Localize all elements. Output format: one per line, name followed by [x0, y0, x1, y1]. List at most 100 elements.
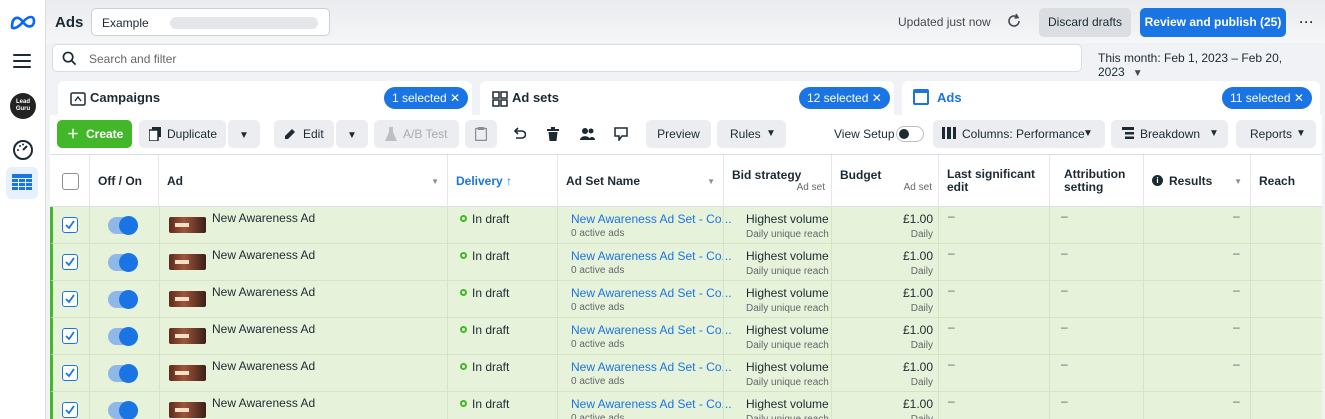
bid-cell: [724, 355, 832, 392]
avatar[interactable]: Lead Guru: [10, 93, 36, 119]
row-checkbox[interactable]: [62, 217, 78, 233]
discard-drafts-button[interactable]: Discard drafts: [1039, 8, 1131, 37]
reports-label: Reports: [1250, 127, 1293, 141]
row-select-cell: [53, 207, 90, 244]
row-checkbox[interactable]: [62, 254, 78, 270]
col-delivery-label: Delivery ↑: [456, 174, 513, 188]
col-reach-label: Reach: [1259, 174, 1296, 188]
ads-manager-grid-icon[interactable]: [6, 167, 38, 199]
close-icon[interactable]: ✕: [450, 91, 460, 105]
pencil-icon: [285, 129, 295, 139]
review-and-publish-button[interactable]: Review and publish (25): [1140, 8, 1286, 37]
ad-cell: [159, 355, 448, 392]
ad-set-cell: [558, 207, 724, 244]
tag-button[interactable]: [606, 120, 636, 148]
account-selector[interactable]: Example: [91, 8, 330, 36]
row-checkbox[interactable]: [62, 365, 78, 381]
last-edit-cell: [939, 207, 1050, 244]
col-results[interactable]: i Results ▼: [1144, 155, 1251, 207]
table-row[interactable]: New Awareness Ad In draft New Awareness Ad…: [50, 392, 1322, 419]
preview-button[interactable]: Preview: [646, 120, 711, 148]
clipboard-icon: [475, 127, 487, 141]
table-row[interactable]: New Awareness Ad In draft New Awareness Ad…: [50, 244, 1322, 281]
edit-dropdown[interactable]: ▼: [336, 120, 368, 148]
duplicate-dropdown[interactable]: ▼: [228, 120, 260, 148]
ad-sets-selected-count: 12 selected: [807, 91, 869, 105]
col-ad[interactable]: Ad ▼: [159, 155, 448, 207]
delete-button[interactable]: [538, 120, 568, 148]
table-row[interactable]: New Awareness Ad In draft New Awareness Ad…: [50, 355, 1322, 392]
ad-on-off-toggle[interactable]: [108, 216, 138, 235]
tag-icon: [614, 127, 628, 141]
col-attribution-setting[interactable]: Attribution setting: [1050, 155, 1144, 207]
create-button[interactable]: ＋ Create: [57, 120, 132, 148]
folder-icon: [70, 92, 86, 106]
ad-on-off-toggle[interactable]: [108, 327, 138, 346]
edit-button[interactable]: Edit: [274, 120, 334, 148]
row-checkbox[interactable]: [62, 291, 78, 307]
results-cell: [1144, 392, 1251, 419]
close-icon[interactable]: ✕: [872, 91, 882, 105]
row-checkbox[interactable]: [62, 328, 78, 344]
info-icon[interactable]: i: [1152, 175, 1163, 186]
view-setup-label: View Setup: [834, 127, 895, 141]
duplicate-button[interactable]: Duplicate: [139, 120, 226, 148]
row-checkbox[interactable]: [62, 402, 78, 418]
reports-button[interactable]: Reports ▼: [1236, 120, 1316, 148]
close-icon[interactable]: ✕: [1294, 91, 1304, 105]
clipboard-button[interactable]: [465, 120, 497, 148]
chevron-down-icon[interactable]: ▼: [1234, 177, 1242, 186]
view-setup-toggle[interactable]: [896, 126, 924, 142]
chevron-down-icon: ▼: [1083, 128, 1093, 139]
ad-on-off-toggle[interactable]: [108, 364, 138, 383]
attribution-cell: [1050, 392, 1144, 419]
refresh-icon[interactable]: [1006, 13, 1022, 29]
attribution-cell: [1050, 281, 1144, 318]
last-edit-cell: [939, 318, 1050, 355]
ad-set-cell: [558, 355, 724, 392]
col-off-on[interactable]: Off / On: [90, 155, 159, 207]
col-bid-strategy[interactable]: Bid strategy Ad set: [724, 155, 832, 207]
bid-cell: [724, 281, 832, 318]
date-range-picker[interactable]: This month: Feb 1, 2023 – Feb 20, 2023 ▼: [1098, 51, 1325, 79]
campaigns-selected-badge[interactable]: 1 selected ✕: [384, 87, 469, 109]
campaigns-selected-count: 1 selected: [392, 91, 447, 105]
col-ad-set-name-label: Ad Set Name: [566, 174, 641, 188]
more-options-button[interactable]: ···: [1294, 8, 1320, 37]
attribution-cell: [1050, 207, 1144, 244]
col-ad-set-name[interactable]: Ad Set Name ▼: [558, 155, 724, 207]
table-row[interactable]: New Awareness Ad In draft New Awareness Ad…: [50, 318, 1322, 355]
rules-button[interactable]: Rules ▼: [717, 120, 786, 148]
share-button[interactable]: [572, 120, 602, 148]
col-reach[interactable]: Reach: [1251, 155, 1322, 207]
chevron-down-icon[interactable]: ▼: [707, 177, 715, 186]
ad-on-off-toggle[interactable]: [108, 253, 138, 272]
bid-cell: [724, 207, 832, 244]
tab-ads[interactable]: Ads 11 selected ✕: [902, 81, 1320, 115]
ad-on-off-toggle[interactable]: [108, 401, 138, 419]
search-placeholder: Search and filter: [89, 52, 177, 66]
search-input[interactable]: Search and filter: [52, 44, 1082, 72]
hamburger-menu-icon[interactable]: [13, 54, 31, 72]
ad-set-cell: [558, 392, 724, 419]
ads-selected-badge[interactable]: 11 selected ✕: [1222, 87, 1312, 109]
ab-test-button[interactable]: A/B Test: [374, 120, 459, 148]
tab-ad-sets[interactable]: Ad sets 12 selected ✕: [480, 81, 894, 115]
chevron-down-icon[interactable]: ▼: [431, 177, 439, 186]
table-row[interactable]: New Awareness Ad In draft New Awareness Ad…: [50, 207, 1322, 244]
tab-campaigns[interactable]: Campaigns 1 selected ✕: [58, 81, 472, 115]
gauge-icon[interactable]: [12, 139, 34, 161]
col-delivery[interactable]: Delivery ↑: [448, 155, 558, 207]
columns-button[interactable]: Columns: Performance ▼: [933, 120, 1105, 148]
ad-on-off-toggle[interactable]: [108, 290, 138, 309]
col-last-significant-edit[interactable]: Last significant edit: [939, 155, 1050, 207]
chevron-down-icon: ▼: [239, 130, 249, 141]
undo-button[interactable]: [504, 120, 534, 148]
meta-logo-icon[interactable]: [9, 13, 37, 31]
edit-label: Edit: [303, 127, 324, 141]
col-budget[interactable]: Budget Ad set: [832, 155, 939, 207]
table-row[interactable]: New Awareness Ad In draft New Awareness Ad…: [50, 281, 1322, 318]
ad-sets-selected-badge[interactable]: 12 selected ✕: [799, 87, 890, 109]
select-all-checkbox[interactable]: [62, 173, 79, 190]
breakdown-button[interactable]: Breakdown ▼: [1111, 120, 1228, 148]
